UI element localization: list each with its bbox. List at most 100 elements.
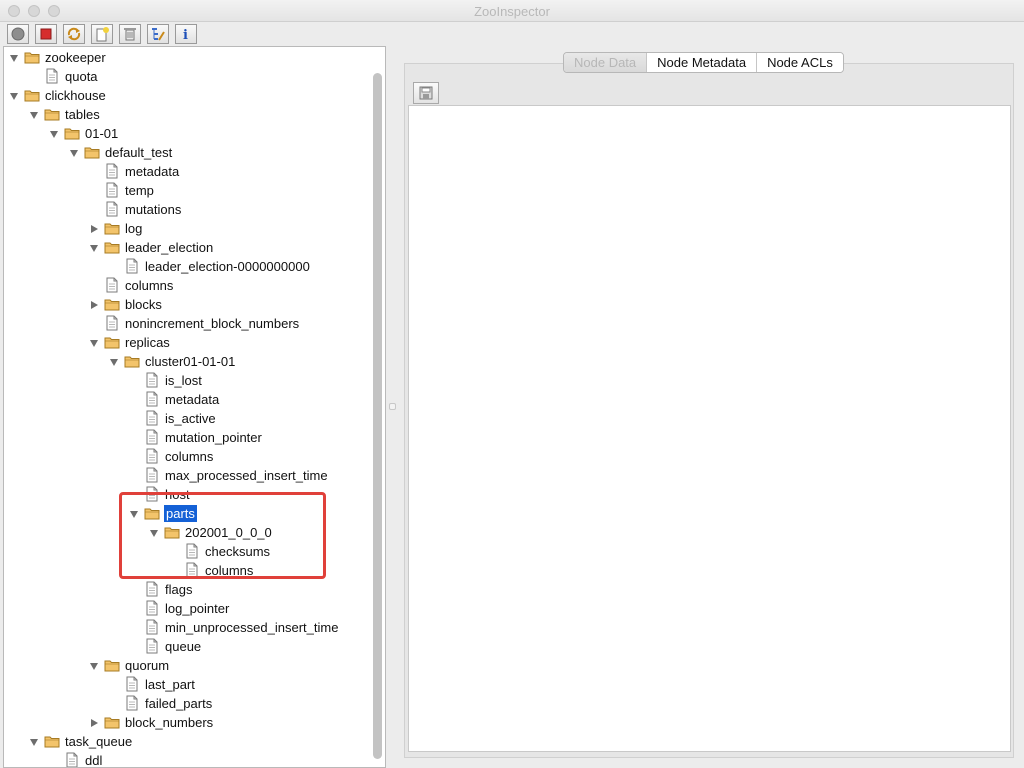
edit-viewers-icon [152, 28, 165, 41]
tree-node[interactable]: replicas [4, 333, 374, 352]
tree-node[interactable]: cluster01-01-01 [4, 352, 374, 371]
tree-node[interactable]: clickhouse [4, 86, 374, 105]
tree-node[interactable]: leader_election [4, 238, 374, 257]
tree-node[interactable]: flags [4, 580, 374, 599]
tree-node[interactable]: zookeeper [4, 48, 374, 67]
expand-triangle-open-icon[interactable] [89, 243, 99, 253]
tree-node[interactable]: leader_election-0000000000 [4, 257, 374, 276]
about-button[interactable]: i [175, 24, 197, 44]
tree-node[interactable]: is_active [4, 409, 374, 428]
tree-node[interactable]: mutation_pointer [4, 428, 374, 447]
tree-node-label: metadata [165, 392, 220, 407]
folder-icon [104, 220, 120, 236]
refresh-button[interactable] [63, 24, 85, 44]
tree-node-label: blocks [125, 297, 162, 312]
tree-node-label: cluster01-01-01 [145, 354, 236, 369]
tree-node-label: max_processed_insert_time [165, 468, 328, 483]
folder-icon [84, 144, 100, 160]
file-icon [144, 410, 160, 426]
save-button[interactable] [413, 82, 439, 104]
tree-node[interactable]: tables [4, 105, 374, 124]
folder-icon [124, 353, 140, 369]
tree-node[interactable]: log [4, 219, 374, 238]
tree-node[interactable]: columns [4, 276, 374, 295]
disconnect-button[interactable] [35, 24, 57, 44]
expand-triangle-closed-icon[interactable] [89, 718, 99, 728]
folder-icon [44, 106, 60, 122]
expand-triangle-closed-icon[interactable] [89, 224, 99, 234]
annotation-highlight [119, 492, 326, 579]
refresh-icon [67, 27, 81, 41]
add-node-icon [96, 27, 109, 42]
tree-node[interactable]: ddl [4, 751, 374, 767]
node-data-editor[interactable] [408, 105, 1011, 752]
tab-node-acls[interactable]: Node ACLs [756, 53, 843, 72]
tree-node[interactable]: nonincrement_block_numbers [4, 314, 374, 333]
tree-node[interactable]: blocks [4, 295, 374, 314]
tree-node[interactable]: mutations [4, 200, 374, 219]
expand-triangle-open-icon[interactable] [29, 110, 39, 120]
split-pane-divider[interactable] [389, 403, 396, 410]
tree-node-label: zookeeper [45, 50, 106, 65]
tree-node-label: log [125, 221, 143, 236]
tree-scrollbar[interactable] [373, 73, 382, 759]
tree-node-label: nonincrement_block_numbers [125, 316, 300, 331]
connect-button[interactable] [7, 24, 29, 44]
tree-node[interactable]: last_part [4, 675, 374, 694]
tree-node[interactable]: block_numbers [4, 713, 374, 732]
tree-node[interactable]: task_queue [4, 732, 374, 751]
tree-node-label: 01-01 [85, 126, 119, 141]
tree-node[interactable]: temp [4, 181, 374, 200]
expand-triangle-closed-icon[interactable] [89, 300, 99, 310]
tree-node[interactable]: metadata [4, 162, 374, 181]
expand-triangle-open-icon[interactable] [9, 53, 19, 63]
delete-node-button[interactable] [119, 24, 141, 44]
file-icon [144, 581, 160, 597]
folder-icon [104, 334, 120, 350]
save-icon [419, 86, 433, 100]
expand-triangle-open-icon[interactable] [109, 357, 119, 367]
tree-node-label: block_numbers [125, 715, 214, 730]
tab-node-data[interactable]: Node Data [564, 53, 647, 72]
node-viewers-button[interactable] [147, 24, 169, 44]
tree-node[interactable]: log_pointer [4, 599, 374, 618]
tree-node-label: temp [125, 183, 154, 198]
node-tree[interactable]: zookeeper quota clickhouse tables 01-01 defau… [3, 46, 386, 768]
trash-icon [124, 28, 136, 41]
file-icon [144, 391, 160, 407]
file-icon [144, 638, 160, 654]
expand-triangle-open-icon[interactable] [29, 737, 39, 747]
expand-triangle-open-icon[interactable] [89, 661, 99, 671]
tree-node[interactable]: quorum [4, 656, 374, 675]
tree-node[interactable]: min_unprocessed_insert_time [4, 618, 374, 637]
tree-node[interactable]: max_processed_insert_time [4, 466, 374, 485]
tab-node-metadata[interactable]: Node Metadata [646, 53, 757, 72]
file-icon [124, 676, 140, 692]
tree-node[interactable]: failed_parts [4, 694, 374, 713]
tree-node[interactable]: queue [4, 637, 374, 656]
expand-triangle-open-icon[interactable] [89, 338, 99, 348]
folder-icon [104, 657, 120, 673]
tree-node[interactable]: is_lost [4, 371, 374, 390]
tree-node[interactable]: columns [4, 447, 374, 466]
file-icon [104, 315, 120, 331]
toolbar: i [0, 22, 1024, 46]
add-node-button[interactable] [91, 24, 113, 44]
expand-triangle-open-icon[interactable] [69, 148, 79, 158]
tree-node-label: leader_election [125, 240, 214, 255]
folder-icon [24, 87, 40, 103]
tree-node[interactable]: 01-01 [4, 124, 374, 143]
file-icon [104, 182, 120, 198]
expand-triangle-open-icon[interactable] [49, 129, 59, 139]
tree-node-label: metadata [125, 164, 180, 179]
tree-node-label: queue [165, 639, 202, 654]
tree-node[interactable]: metadata [4, 390, 374, 409]
tree-node-label: mutation_pointer [165, 430, 262, 445]
tree-node-label: mutations [125, 202, 182, 217]
tree-node[interactable]: quota [4, 67, 374, 86]
info-icon: i [183, 28, 188, 41]
expand-triangle-open-icon[interactable] [9, 91, 19, 101]
connect-icon [11, 27, 25, 41]
tree-node-label: last_part [145, 677, 195, 692]
tree-node[interactable]: default_test [4, 143, 374, 162]
